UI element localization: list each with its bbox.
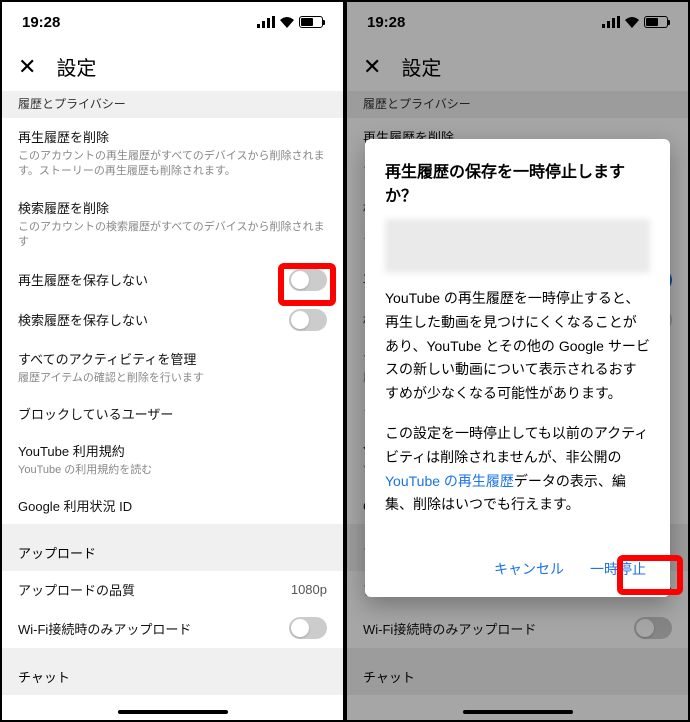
- page-title: 設定: [56, 52, 96, 81]
- blocked-users-title: ブロックしているユーザー: [18, 404, 327, 423]
- manage-activity-title: すべてのアクティビティを管理: [18, 349, 327, 368]
- clear-search-title: 検索履歴を削除: [18, 198, 327, 217]
- wifi-icon: [279, 16, 295, 28]
- section-gap: [2, 524, 343, 534]
- upload-quality-row[interactable]: アップロードの品質 1080p: [2, 571, 343, 608]
- wifi-upload-toggle[interactable]: [289, 617, 327, 639]
- clear-watch-history-row[interactable]: 再生履歴を削除 このアカウントの再生履歴がすべてのデバイスから削除されます。スト…: [2, 118, 343, 189]
- chat-heading: チャット: [2, 658, 343, 695]
- dialog-p2: この設定を一時停止しても以前のアクティビティは削除されませんが、非公開の You…: [385, 422, 650, 517]
- pause-search-toggle[interactable]: [289, 309, 327, 331]
- pause-watch-toggle[interactable]: [289, 269, 327, 291]
- phone-left: 19:28 ✕ 設定 履歴とプライバシー 再生履歴を削除 このアカウントの再生履…: [0, 0, 345, 722]
- upload-heading: アップロード: [2, 534, 343, 571]
- pause-button[interactable]: 一時停止: [586, 553, 650, 585]
- youtube-history-link[interactable]: YouTube の再生履歴: [385, 473, 514, 489]
- upload-quality-title: アップロードの品質: [18, 580, 279, 599]
- usage-id-row[interactable]: Google 利用状況 ID: [2, 487, 343, 524]
- terms-desc: YouTube の利用規約を読む: [18, 463, 327, 478]
- status-bar: 19:28: [2, 2, 343, 42]
- cancel-button[interactable]: キャンセル: [490, 553, 568, 585]
- pause-history-dialog: 再生履歴の保存を一時停止しますか？ YouTube の再生履歴を一時停止すると、…: [365, 139, 670, 597]
- blocked-users-row[interactable]: ブロックしているユーザー: [2, 395, 343, 432]
- pause-search-title: 検索履歴を保存しない: [18, 310, 277, 329]
- terms-title: YouTube 利用規約: [18, 441, 327, 460]
- signal-icon: [257, 16, 275, 28]
- dialog-title: 再生履歴の保存を一時停止しますか？: [385, 161, 650, 209]
- pause-search-history-row: 検索履歴を保存しない: [2, 300, 343, 340]
- status-icons: [257, 16, 323, 28]
- manage-activity-desc: 履歴アイテムの確認と削除を行います: [18, 371, 327, 386]
- pause-watch-history-row: 再生履歴を保存しない: [2, 260, 343, 300]
- usage-id-title: Google 利用状況 ID: [18, 496, 327, 515]
- upload-quality-value: 1080p: [291, 582, 327, 597]
- clear-watch-desc: このアカウントの再生履歴がすべてのデバイスから削除されます。ストーリーの再生履歴…: [18, 149, 327, 180]
- privacy-heading: 履歴とプライバシー: [2, 91, 343, 118]
- close-icon[interactable]: ✕: [18, 56, 36, 78]
- status-time: 19:28: [22, 14, 60, 31]
- home-indicator[interactable]: [118, 710, 228, 714]
- clear-search-history-row[interactable]: 検索履歴を削除 このアカウントの検索履歴がすべてのデバイスから削除されます: [2, 189, 343, 260]
- dialog-actions: キャンセル 一時停止: [385, 543, 650, 585]
- clear-watch-title: 再生履歴を削除: [18, 127, 327, 146]
- wifi-upload-title: Wi-Fi接続時のみアップロード: [18, 619, 277, 638]
- phone-right: 19:28 ✕ 設定 履歴とプライバシー 再生履歴を削除このアカウントの再生履歴…: [345, 0, 690, 722]
- home-indicator[interactable]: [463, 710, 573, 714]
- dialog-body: YouTube の再生履歴を一時停止すると、再生した動画を見つけにくくなることが…: [385, 287, 650, 543]
- clear-search-desc: このアカウントの検索履歴がすべてのデバイスから削除されます: [18, 220, 327, 251]
- settings-header: ✕ 設定: [2, 42, 343, 91]
- wifi-upload-row: Wi-Fi接続時のみアップロード: [2, 608, 343, 648]
- battery-icon: [299, 16, 323, 28]
- section-gap-2: [2, 648, 343, 658]
- pause-watch-title: 再生履歴を保存しない: [18, 270, 277, 289]
- terms-row[interactable]: YouTube 利用規約 YouTube の利用規約を読む: [2, 432, 343, 487]
- screen-content: 履歴とプライバシー 再生履歴を削除 このアカウントの再生履歴がすべてのデバイスか…: [2, 91, 343, 695]
- dialog-p1: YouTube の再生履歴を一時停止すると、再生した動画を見つけにくくなることが…: [385, 287, 650, 406]
- manage-activity-row[interactable]: すべてのアクティビティを管理 履歴アイテムの確認と削除を行います: [2, 340, 343, 395]
- dialog-redacted: [385, 219, 650, 273]
